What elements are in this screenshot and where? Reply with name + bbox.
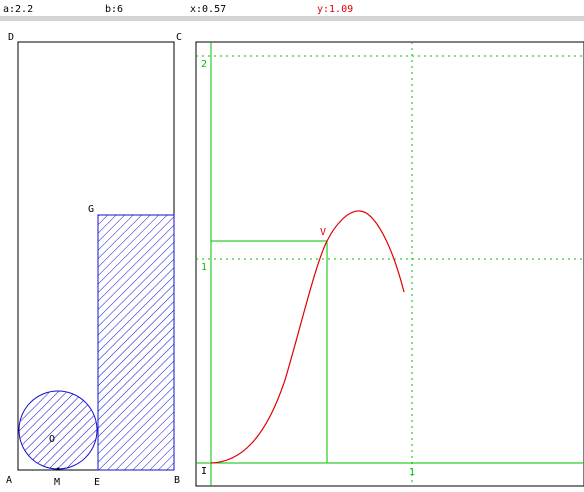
function-curve [210,210,405,464]
hatched-rectangle-ebcg [97,214,175,471]
graph-panel: I 1 1 2 V [195,41,584,487]
y-tick-label-1: 1 [201,262,207,273]
label-point-d: D [8,32,14,43]
label-point-a: A [6,475,12,486]
x-tick-label-1: 1 [409,467,415,478]
graph-frame [195,41,584,487]
hatched-circle [18,390,98,470]
label-point-e: E [94,477,100,488]
geometry-figure: D C G O A M E B [6,32,182,488]
label-point-o: O [49,434,55,445]
y-tick-label-2: 2 [201,59,207,70]
label-point-b: B [174,475,180,486]
label-origin-i: I [201,466,207,477]
label-point-g: G [88,204,94,215]
label-point-c: C [176,32,182,43]
label-point-m: M [54,477,60,488]
drawing-canvas: D C G O A M E B I 1 1 2 V [6,32,584,488]
point-m-dot [56,467,60,471]
label-point-v: V [320,227,326,238]
